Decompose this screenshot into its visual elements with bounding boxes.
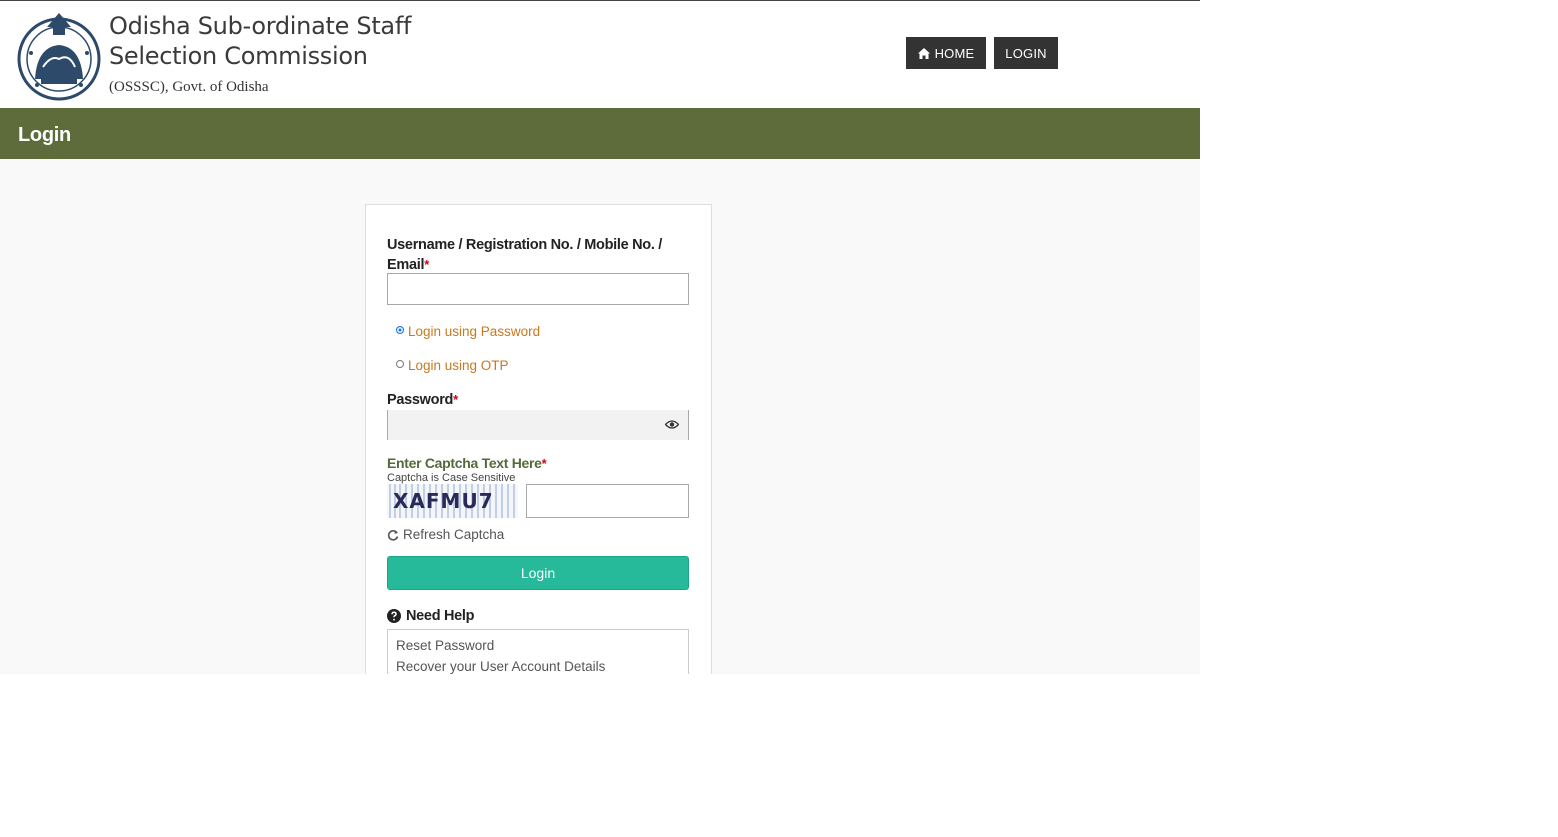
captcha-label-text: Enter Captcha Text Here bbox=[387, 455, 542, 471]
password-label: Password* bbox=[387, 392, 458, 408]
required-mark: * bbox=[424, 257, 429, 272]
radio-otp-label: Login using OTP bbox=[408, 358, 509, 373]
reset-password-link[interactable]: Reset Password bbox=[396, 638, 494, 653]
state-emblem-icon bbox=[17, 13, 101, 101]
username-label: Username / Registration No. / Mobile No.… bbox=[387, 236, 687, 275]
need-help-title: Need Help bbox=[406, 608, 475, 624]
question-circle-icon bbox=[387, 609, 401, 623]
required-mark: * bbox=[541, 456, 547, 471]
captcha-note: Captcha is Case Sensitive bbox=[387, 472, 516, 484]
home-button[interactable]: HOME bbox=[906, 37, 986, 69]
radio-password-label: Login using Password bbox=[408, 324, 541, 339]
login-nav-button-label: LOGIN bbox=[1005, 45, 1047, 61]
required-mark: * bbox=[453, 392, 458, 407]
username-input[interactable] bbox=[387, 273, 689, 305]
captcha-image: XAFMU7 bbox=[387, 484, 518, 518]
password-label-text: Password bbox=[387, 392, 454, 408]
recover-account-link[interactable]: Recover your User Account Details bbox=[396, 659, 605, 674]
refresh-icon bbox=[387, 529, 399, 541]
home-icon bbox=[917, 47, 930, 59]
captcha-input[interactable] bbox=[526, 484, 689, 518]
refresh-captcha-link[interactable]: Refresh Captcha bbox=[387, 527, 504, 542]
org-name-line2: Selection Commission bbox=[109, 42, 368, 70]
login-button[interactable]: Login bbox=[387, 556, 689, 590]
need-help-heading: Need Help bbox=[387, 608, 475, 624]
page-banner: Login bbox=[0, 108, 1200, 159]
login-card: Username / Registration No. / Mobile No.… bbox=[365, 204, 712, 674]
captcha-label: Enter Captcha Text Here* bbox=[387, 455, 547, 471]
page-title: Login bbox=[18, 124, 71, 146]
refresh-captcha-label: Refresh Captcha bbox=[403, 527, 505, 542]
site-header: Odisha Sub-ordinate Staff Selection Comm… bbox=[0, 1, 1200, 108]
radio-login-otp[interactable]: Login using OTP bbox=[396, 358, 509, 373]
radio-otp-button[interactable] bbox=[396, 359, 404, 368]
org-subtitle: (OSSSC), Govt. of Odisha bbox=[109, 79, 269, 95]
home-button-label: HOME bbox=[934, 45, 975, 61]
captcha-text: XAFMU7 bbox=[393, 489, 494, 513]
eye-icon[interactable] bbox=[665, 419, 679, 430]
login-button-label: Login bbox=[520, 565, 556, 581]
login-nav-button[interactable]: LOGIN bbox=[994, 37, 1058, 69]
password-input[interactable] bbox=[387, 410, 689, 440]
radio-password-button[interactable] bbox=[396, 325, 404, 334]
page: Odisha Sub-ordinate Staff Selection Comm… bbox=[0, 0, 1200, 674]
org-name-line1: Odisha Sub-ordinate Staff bbox=[109, 12, 412, 40]
help-box: Reset Password Recover your User Account… bbox=[387, 629, 689, 674]
radio-login-password[interactable]: Login using Password bbox=[396, 324, 540, 339]
